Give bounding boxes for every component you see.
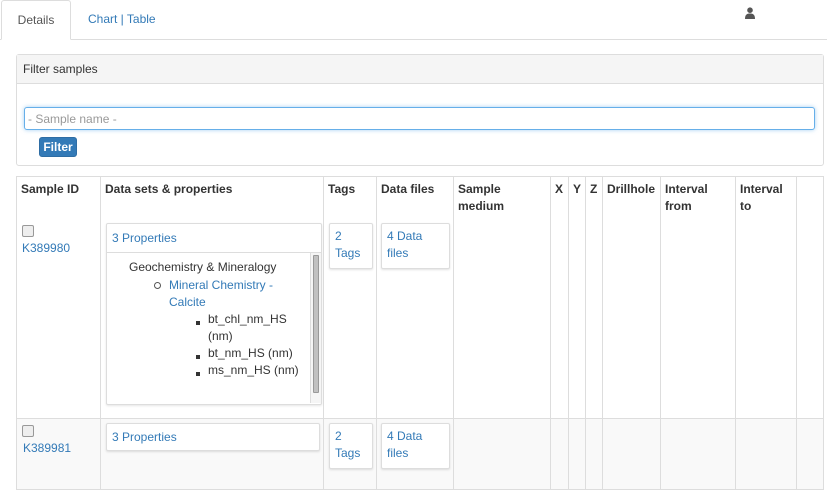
circle-bullet-icon xyxy=(154,282,161,289)
tree-property: bt_chl_nm_HS (nm) xyxy=(208,312,287,343)
square-bullet-icon xyxy=(196,321,200,325)
col-data-sets: Data sets & properties xyxy=(101,177,324,219)
col-data-files: Data files xyxy=(377,177,454,219)
sample-id-link[interactable]: K389980 xyxy=(22,241,70,255)
filter-button[interactable]: Filter xyxy=(39,137,77,157)
col-drillhole: Drillhole xyxy=(603,177,661,219)
properties-panel: 3 Properties Geochemistry & Mineralogy M… xyxy=(106,223,322,405)
filter-panel: Filter samples Filter xyxy=(16,54,824,166)
col-x: X xyxy=(551,177,569,219)
square-bullet-icon xyxy=(196,355,200,359)
tree-category: Geochemistry & Mineralogy xyxy=(129,260,277,274)
table-row: K389981 3 Properties 2 Tags 4 Data files xyxy=(16,419,824,490)
sample-name-input[interactable] xyxy=(24,107,815,130)
table-header: Sample ID Data sets & properties Tags Da… xyxy=(16,176,824,220)
properties-toggle[interactable]: 3 Properties xyxy=(106,423,320,451)
tab-bar: Details Chart | Table xyxy=(0,0,827,40)
user-icon[interactable] xyxy=(745,7,755,19)
col-sample-id: Sample ID xyxy=(17,177,101,219)
properties-tree: Geochemistry & Mineralogy Mineral Chemis… xyxy=(107,253,309,403)
col-tags: Tags xyxy=(324,177,377,219)
tree-dataset-link[interactable]: Mineral Chemistry - Calcite xyxy=(169,277,289,311)
tree-property: ms_nm_HS (nm) xyxy=(208,363,299,377)
row-select-checkbox[interactable] xyxy=(22,225,34,237)
tab-chart-table[interactable]: Chart | Table xyxy=(88,0,156,38)
sample-id-link[interactable]: K389981 xyxy=(23,441,71,455)
col-interval-to: Interval to xyxy=(736,177,797,219)
col-sample-medium: Sample medium xyxy=(454,177,551,219)
properties-toggle[interactable]: 3 Properties xyxy=(107,224,321,253)
col-z: Z xyxy=(586,177,603,219)
filter-panel-heading: Filter samples xyxy=(17,55,823,84)
table-row: K389980 3 Properties Geochemistry & Mine… xyxy=(16,219,824,419)
col-interval-from: Interval from xyxy=(661,177,736,219)
data-files-button[interactable]: 4 Data files xyxy=(381,223,450,269)
tags-button[interactable]: 2 Tags xyxy=(329,223,373,269)
col-y: Y xyxy=(569,177,586,219)
data-files-button[interactable]: 4 Data files xyxy=(381,423,450,469)
tags-button[interactable]: 2 Tags xyxy=(329,423,373,469)
tree-property: bt_nm_HS (nm) xyxy=(208,346,293,360)
row-select-checkbox[interactable] xyxy=(22,425,34,437)
tab-details[interactable]: Details xyxy=(1,0,71,40)
square-bullet-icon xyxy=(196,372,200,376)
properties-scrollbar[interactable] xyxy=(310,253,321,403)
